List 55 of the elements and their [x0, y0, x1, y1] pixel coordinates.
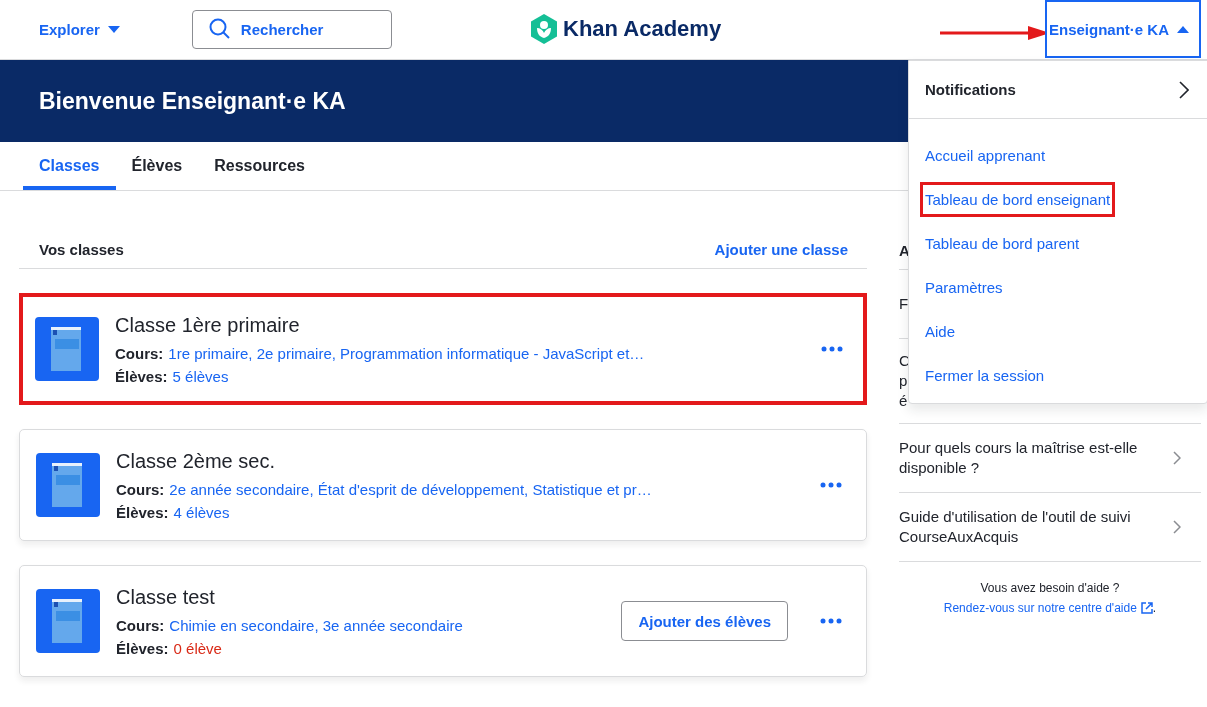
- book-icon: [36, 453, 100, 517]
- panel-heading: A: [899, 242, 910, 259]
- students-link[interactable]: 4 élèves: [173, 503, 230, 521]
- class-card[interactable]: Classe 2ème sec. Cours: 2e année secondaire, État d'esprit de développement, Statistique et pr… Élèves: 4 élèves: [19, 429, 867, 541]
- field-label: Cours:: [116, 480, 165, 498]
- more-icon[interactable]: [820, 618, 842, 624]
- field-label: Élèves:: [116, 639, 169, 657]
- caret-icon: [107, 26, 120, 33]
- menu-item[interactable]: Accueil apprenant: [920, 137, 1051, 173]
- class-card[interactable]: Classe test Cours: Chimie en secondaire, 3e année secondaire Élèves: 0 élève Ajouter des élèves: [19, 565, 867, 677]
- help-article-link[interactable]: F: [899, 294, 909, 314]
- menu-item[interactable]: Paramètres: [920, 269, 1008, 305]
- menu-item[interactable]: Tableau de bord enseignant: [920, 181, 1116, 217]
- class-name: Classe 2ème sec.: [116, 449, 276, 473]
- more-icon[interactable]: [821, 346, 843, 352]
- courses-link[interactable]: 2e année secondaire, État d'esprit de développement, Statistique et pr…: [169, 480, 652, 498]
- tab[interactable]: Ressources: [198, 142, 321, 190]
- help-center-link[interactable]: Rendez-vous sur notre centre d'aide: [943, 598, 1137, 618]
- add-class-link[interactable]: Ajouter une classe: [714, 241, 848, 258]
- logo-text: Khan Academy: [563, 16, 722, 42]
- notifications-item[interactable]: Notifications: [909, 61, 1207, 119]
- field-label: Élèves:: [115, 367, 168, 385]
- logo-icon: [531, 14, 557, 44]
- external-link-icon: [1140, 602, 1153, 614]
- explore-menu-button[interactable]: Explorer: [39, 21, 120, 38]
- class-card[interactable]: Classe 1ère primaire Cours: 1re primaire, 2e primaire, Programmation informatique - JavaScript et… Élèves: 5 élèves: [19, 293, 867, 405]
- book-icon: [36, 589, 100, 653]
- chevron-right-icon: [1179, 80, 1189, 99]
- caret-icon: [1177, 25, 1189, 33]
- class-name: Classe 1ère primaire: [115, 313, 301, 337]
- field-label: Cours:: [115, 344, 164, 362]
- field-label: Élèves:: [116, 503, 169, 521]
- more-icon[interactable]: [820, 482, 842, 488]
- help-text: Vous avez besoin d'aide ?: [980, 580, 1120, 597]
- help-article-link[interactable]: Pour quels cours la maîtrise est-elle disponible ?: [899, 438, 1138, 478]
- menu-item[interactable]: Fermer la session: [920, 357, 1050, 393]
- tab[interactable]: Élèves: [115, 142, 199, 190]
- students-link[interactable]: 0 élève: [173, 639, 222, 657]
- search-field[interactable]: Rechercher: [191, 10, 392, 49]
- welcome-title: Bienvenue Enseignant·e KA: [39, 87, 346, 115]
- search-icon: [208, 18, 231, 40]
- tab[interactable]: Classes: [23, 142, 116, 190]
- field-label: Cours:: [116, 616, 165, 634]
- period-text: .: [1152, 600, 1157, 617]
- menu-item[interactable]: Tableau de bord parent: [920, 225, 1085, 261]
- book-icon: [35, 317, 99, 381]
- menu-item[interactable]: Aide: [920, 313, 961, 349]
- add-students-button[interactable]: Ajouter des élèves: [621, 601, 788, 641]
- user-menu-button[interactable]: Enseignant·e KA: [1045, 0, 1201, 58]
- courses-link[interactable]: Chimie en secondaire, 3e année secondaire: [169, 616, 463, 634]
- students-link[interactable]: 5 élèves: [172, 367, 229, 385]
- section-title: Vos classes: [39, 241, 124, 258]
- help-article-link[interactable]: Guide d'utilisation de l'outil de suivi CourseAuxAcquis: [899, 507, 1131, 547]
- class-name: Classe test: [116, 585, 216, 609]
- courses-link[interactable]: 1re primaire, 2e primaire, Programmation informatique - JavaScript et…: [168, 344, 645, 362]
